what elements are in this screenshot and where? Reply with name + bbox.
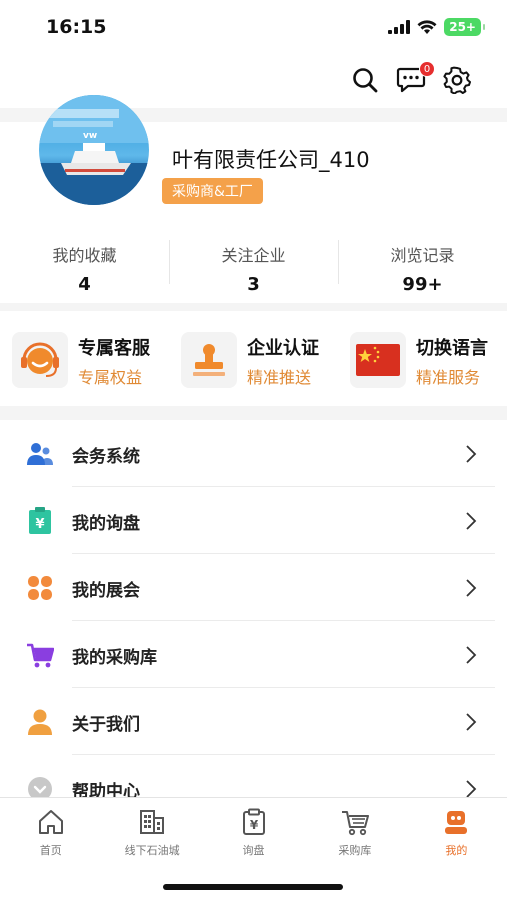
- home-icon: [38, 810, 63, 834]
- stat-value: 99+: [402, 274, 443, 295]
- tab-offline-oil-city[interactable]: 线下石油城: [101, 798, 202, 868]
- chevron-right-icon: [466, 579, 477, 597]
- inquiry-clipboard-icon: ¥: [26, 507, 54, 535]
- header-actions: 0: [349, 61, 473, 96]
- service-subtitle: 精准服务: [416, 368, 481, 387]
- message-badge: 0: [419, 61, 435, 77]
- customer-service-icon: [12, 332, 68, 388]
- wifi-icon: [417, 19, 437, 34]
- menu-list: 会务系统 ¥ 我的询盘 我的展会 我的采购库 关于我们 帮助中心: [0, 420, 507, 822]
- meeting-users-icon: [26, 440, 54, 468]
- profile-robot-icon: [445, 811, 468, 834]
- building-icon: [140, 810, 165, 834]
- service-switch-language[interactable]: 切换语言 精准服务: [338, 320, 507, 398]
- gear-icon: [443, 66, 471, 94]
- ship-photo: [39, 95, 149, 205]
- menu-label: 我的采购库: [72, 648, 157, 668]
- chevron-right-icon: [466, 445, 477, 463]
- menu-item-about-us[interactable]: 关于我们: [0, 688, 507, 755]
- avatar[interactable]: vw: [39, 95, 149, 205]
- service-title: 切换语言: [416, 338, 488, 359]
- cart-icon: [26, 641, 54, 669]
- menu-item-purchase-library[interactable]: 我的采购库: [0, 621, 507, 688]
- section-divider: [0, 406, 507, 420]
- service-title: 企业认证: [247, 338, 319, 359]
- service-certification[interactable]: 企业认证 精准推送: [169, 320, 338, 398]
- messages-button[interactable]: 0: [395, 61, 435, 96]
- tab-label: 询盘: [242, 844, 265, 857]
- person-icon: [26, 708, 54, 736]
- tab-label: 我的: [445, 844, 468, 857]
- home-indicator: [163, 884, 343, 890]
- stat-label: 关注企业: [221, 246, 286, 265]
- tab-label: 首页: [39, 844, 62, 857]
- chevron-right-icon: [466, 646, 477, 664]
- chevron-right-icon: [466, 780, 477, 798]
- tab-label: 采购库: [338, 844, 372, 857]
- settings-button[interactable]: [441, 64, 473, 96]
- certification-stamp-icon: [181, 332, 237, 388]
- service-customer-support[interactable]: 专属客服 专属权益: [0, 320, 169, 398]
- search-icon: [353, 68, 378, 93]
- chevron-right-icon: [466, 713, 477, 731]
- exhibition-grid-icon: [26, 574, 54, 602]
- tab-inquiry[interactable]: ¥ 询盘: [203, 798, 304, 868]
- status-time: 16:15: [46, 16, 107, 38]
- search-button[interactable]: [349, 64, 381, 96]
- tab-home[interactable]: 首页: [0, 798, 101, 868]
- tab-profile[interactable]: 我的: [406, 798, 507, 868]
- stat-label: 我的收藏: [52, 246, 117, 265]
- menu-item-my-exhibitions[interactable]: 我的展会: [0, 554, 507, 621]
- service-subtitle: 专属权益: [78, 368, 143, 387]
- signal-icon: [388, 20, 411, 34]
- role-badge: 采购商&工厂: [162, 178, 263, 204]
- svg-text:¥: ¥: [35, 517, 44, 532]
- stat-value: 3: [247, 274, 260, 295]
- tab-label: 线下石油城: [124, 844, 180, 857]
- menu-label: 我的询盘: [72, 514, 140, 534]
- tab-purchase-library[interactable]: 采购库: [304, 798, 405, 868]
- services-row: 专属客服 专属权益 企业认证 精准推送 切换语言 精准服务: [0, 320, 507, 398]
- svg-text:¥: ¥: [249, 818, 258, 832]
- stat-browse-history[interactable]: 浏览记录 99+: [338, 234, 507, 300]
- china-flag-icon: [350, 332, 406, 388]
- chevron-right-icon: [466, 512, 477, 530]
- status-bar: 16:15 25+: [0, 0, 507, 56]
- bottom-tab-bar: 首页 线下石油城 ¥ 询盘 采购库 我的: [0, 797, 507, 900]
- company-name: 叶有限责任公司_410: [172, 148, 370, 172]
- avatar-caption: vw: [83, 131, 98, 141]
- section-divider: [0, 303, 507, 311]
- inquiry-icon: ¥: [242, 808, 265, 835]
- menu-label: 关于我们: [72, 715, 140, 735]
- battery-indicator: 25+: [444, 18, 485, 36]
- menu-label: 我的展会: [72, 581, 140, 601]
- stat-favorites[interactable]: 我的收藏 4: [0, 234, 169, 300]
- status-icons: 25+: [388, 18, 485, 36]
- cart-icon: [341, 811, 369, 836]
- stat-followed-companies[interactable]: 关注企业 3: [169, 234, 338, 300]
- menu-label: 会务系统: [72, 447, 140, 467]
- menu-item-my-inquiries[interactable]: ¥ 我的询盘: [0, 487, 507, 554]
- stats-row: 我的收藏 4 关注企业 3 浏览记录 99+: [0, 234, 507, 300]
- service-title: 专属客服: [78, 338, 150, 359]
- menu-item-meeting-system[interactable]: 会务系统: [0, 420, 507, 487]
- stat-label: 浏览记录: [390, 246, 455, 265]
- stat-value: 4: [78, 274, 91, 295]
- service-subtitle: 精准推送: [247, 368, 312, 387]
